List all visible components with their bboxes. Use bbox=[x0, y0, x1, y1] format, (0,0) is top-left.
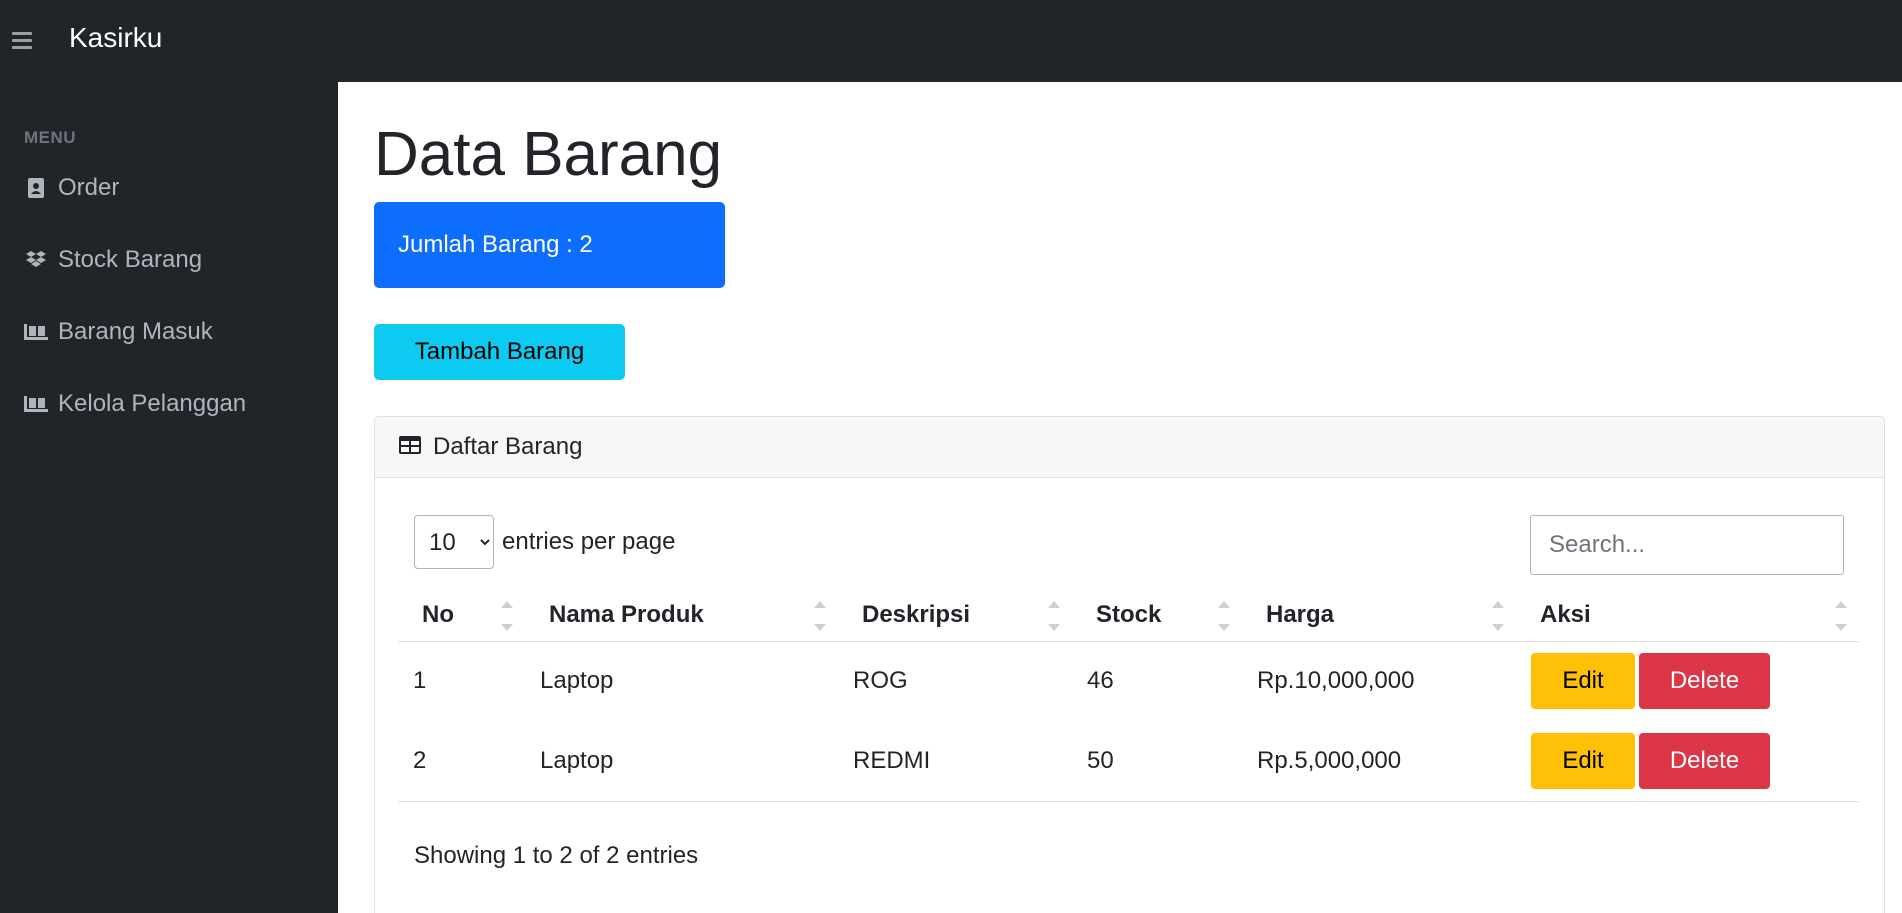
sidebar-item-kelola-pelanggan[interactable]: Kelola Pelanggan bbox=[24, 384, 246, 424]
delete-button[interactable]: Delete bbox=[1639, 653, 1770, 710]
cell-nama-produk: Laptop bbox=[525, 721, 838, 802]
cell-no: 1 bbox=[413, 667, 427, 695]
table-icon bbox=[399, 433, 421, 461]
column-header-deskripsi[interactable]: Deskripsi bbox=[838, 589, 1072, 642]
dropbox-icon bbox=[24, 248, 48, 272]
cell-deskripsi: REDMI bbox=[838, 721, 1072, 802]
search-input[interactable] bbox=[1530, 515, 1844, 575]
table-info: Showing 1 to 2 of 2 entries bbox=[414, 842, 699, 869]
cell-harga: Rp.5,000,000 bbox=[1242, 721, 1516, 802]
cell-aksi: Edit Delete bbox=[1516, 641, 1859, 721]
table-row: 1 Laptop ROG 46 Rp.10,000,000 Edit Delete bbox=[398, 641, 1859, 721]
entries-per-page: 10 entries per page bbox=[414, 515, 675, 569]
sort-icon bbox=[1835, 601, 1849, 631]
item-count-card: Jumlah Barang : 2 bbox=[374, 202, 725, 288]
add-item-button[interactable]: Tambah Barang bbox=[374, 324, 625, 380]
main-content: Data Barang Jumlah Barang : 2 Tambah Bar… bbox=[338, 82, 1902, 913]
sidebar: MENU Order Stock Barang Barang Masuk Kel… bbox=[0, 82, 338, 913]
sidebar-heading: MENU bbox=[24, 128, 77, 147]
column-header-aksi[interactable]: Aksi bbox=[1516, 589, 1859, 642]
sidebar-item-order[interactable]: Order bbox=[24, 168, 119, 208]
table-row: 2 Laptop REDMI 50 Rp.5,000,000 Edit Delet… bbox=[398, 721, 1859, 802]
card-header: Daftar Barang bbox=[375, 417, 1884, 478]
menu-toggle-icon[interactable] bbox=[12, 32, 32, 50]
sidebar-item-label: Barang Masuk bbox=[58, 318, 213, 345]
column-header-no[interactable]: No bbox=[398, 589, 525, 642]
item-list-card: Daftar Barang 10 entries per page No Nam… bbox=[374, 416, 1885, 913]
edit-button[interactable]: Edit bbox=[1531, 653, 1635, 710]
sidebar-item-barang-masuk[interactable]: Barang Masuk bbox=[24, 312, 213, 352]
sidebar-item-label: Kelola Pelanggan bbox=[58, 390, 247, 417]
per-page-label: entries per page bbox=[502, 528, 676, 555]
column-header-harga[interactable]: Harga bbox=[1242, 589, 1516, 642]
cell-aksi: Edit Delete bbox=[1516, 721, 1859, 802]
items-table: No Nama Produk Deskripsi Stock Harga Aks… bbox=[398, 589, 1859, 802]
dolly-icon bbox=[24, 320, 48, 344]
sort-icon bbox=[1492, 601, 1506, 631]
cell-no: 2 bbox=[398, 721, 525, 802]
item-count-label: Jumlah Barang : 2 bbox=[398, 231, 593, 258]
card-title: Daftar Barang bbox=[433, 433, 583, 460]
page-title: Data Barang bbox=[374, 120, 723, 189]
per-page-select[interactable]: 10 bbox=[414, 515, 494, 569]
sort-icon bbox=[1048, 601, 1062, 631]
sort-icon bbox=[1218, 601, 1232, 631]
sidebar-item-stock-barang[interactable]: Stock Barang bbox=[24, 240, 202, 280]
column-header-nama-produk[interactable]: Nama Produk bbox=[525, 589, 838, 642]
edit-button[interactable]: Edit bbox=[1531, 732, 1635, 789]
address-book-icon bbox=[24, 176, 48, 200]
cell-stock: 50 bbox=[1072, 721, 1242, 802]
sort-icon bbox=[814, 601, 828, 631]
top-navbar: Kasirku bbox=[0, 0, 1902, 82]
cell-stock: 46 bbox=[1087, 667, 1114, 695]
sidebar-item-label: Stock Barang bbox=[58, 246, 203, 273]
dolly-icon bbox=[24, 392, 48, 416]
table-header-row: No Nama Produk Deskripsi Stock Harga Aks… bbox=[398, 589, 1859, 642]
cell-nama-produk: Laptop bbox=[540, 667, 614, 695]
sidebar-item-label: Order bbox=[58, 174, 120, 201]
sort-icon bbox=[501, 601, 515, 631]
cell-deskripsi: ROG bbox=[853, 667, 908, 695]
brand-title[interactable]: Kasirku bbox=[69, 22, 162, 54]
delete-button[interactable]: Delete bbox=[1639, 732, 1770, 789]
cell-harga: Rp.10,000,000 bbox=[1257, 667, 1415, 695]
column-header-stock[interactable]: Stock bbox=[1072, 589, 1242, 642]
